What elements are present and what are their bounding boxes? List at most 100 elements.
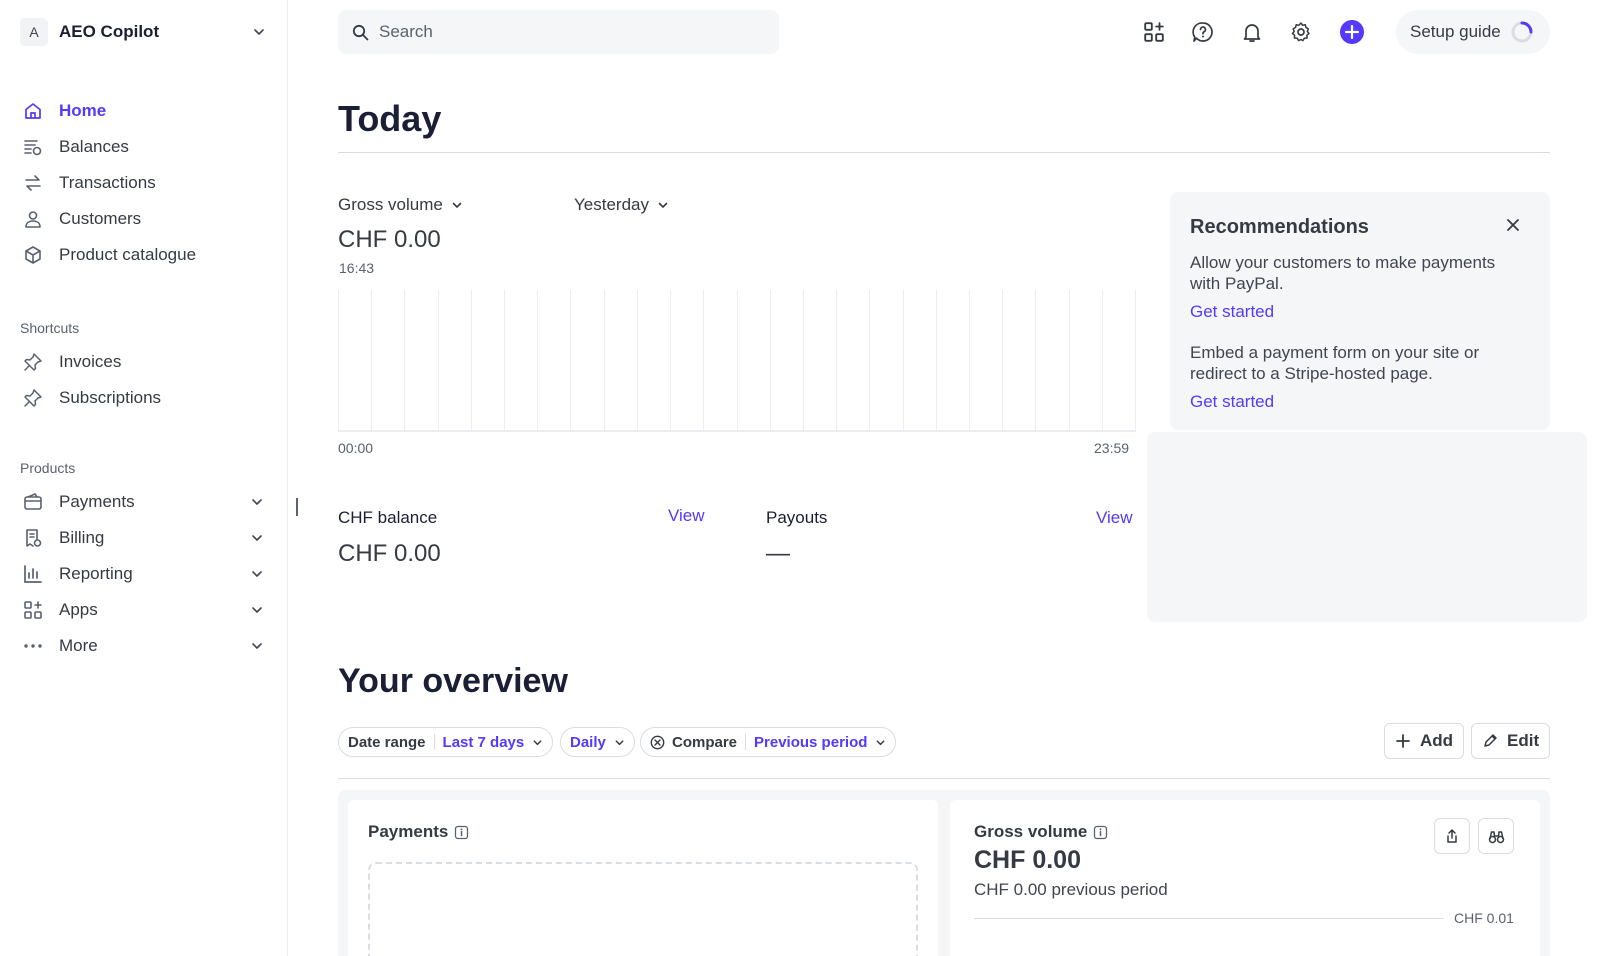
sidebar-item-apps[interactable]: Apps — [22, 596, 266, 624]
sidebar-item-subscriptions[interactable]: Subscriptions — [22, 384, 266, 412]
compare-value: Previous period — [754, 733, 868, 751]
sidebar-item-label: More — [59, 636, 98, 655]
overview-divider — [338, 778, 1550, 779]
sidebar-item-invoices[interactable]: Invoices — [22, 348, 266, 376]
recommendations-panel: Recommendations Allow your customers to … — [1170, 192, 1550, 430]
pin-icon — [22, 387, 44, 409]
edit-overview-button[interactable]: Edit — [1471, 723, 1551, 759]
explore-button[interactable] — [1478, 818, 1514, 854]
notifications-button[interactable] — [1240, 20, 1264, 44]
chevron-down-icon — [254, 29, 264, 35]
bell-icon — [1243, 24, 1261, 42]
gross-volume-widget-title: Gross volume — [974, 822, 1108, 842]
transactions-icon — [22, 172, 44, 194]
sidebar-item-transactions[interactable]: Transactions — [22, 169, 266, 197]
date-range-filter[interactable]: Date range Last 7 days — [338, 727, 554, 757]
remove-circle-icon[interactable] — [650, 735, 665, 750]
gross-volume-widget-title-text: Gross volume — [974, 822, 1088, 841]
payments-widget[interactable]: Payments — [348, 800, 938, 956]
apps-icon — [1144, 22, 1164, 42]
overview-title: Your overview — [338, 662, 568, 700]
apps-menu-button[interactable] — [1142, 20, 1166, 44]
sidebar-item-label: Transactions — [59, 173, 156, 192]
chevron-down-icon — [615, 739, 624, 745]
account-switcher[interactable]: A AEO Copilot — [20, 18, 266, 46]
account-avatar: A — [20, 18, 48, 46]
pill-separator — [745, 734, 747, 750]
sidebar-item-label: Payments — [59, 492, 135, 511]
apps-icon — [22, 599, 44, 621]
pill-separator — [433, 734, 435, 750]
export-button[interactable] — [1434, 818, 1470, 854]
help-button[interactable] — [1191, 20, 1215, 44]
date-range-label: Date range — [348, 733, 426, 751]
sidebar-item-label: Customers — [59, 209, 142, 228]
chart-axis-end: 23:59 — [1094, 440, 1130, 456]
ellipsis-icon — [22, 635, 44, 657]
search-icon — [352, 24, 369, 40]
payouts-value: — — [766, 540, 790, 567]
sidebar-item-label: Invoices — [59, 352, 122, 371]
sidebar-item-label: Billing — [59, 528, 105, 547]
chevron-down-icon — [252, 571, 262, 577]
pin-icon — [22, 351, 44, 373]
sidebar-item-label: Reporting — [59, 564, 133, 583]
search-input[interactable] — [379, 22, 759, 42]
search-bar[interactable] — [338, 10, 779, 54]
today-gross-volume-chart — [338, 290, 1136, 432]
share-icon — [1447, 829, 1457, 843]
add-button-label: Add — [1420, 731, 1454, 750]
chevron-down-icon — [252, 643, 262, 649]
sidebar-item-customers[interactable]: Customers — [22, 205, 266, 233]
sidebar: A AEO Copilot Home Balances Transactions… — [0, 0, 288, 956]
recommendation-get-started-link[interactable]: Get started — [1190, 302, 1274, 322]
compare-filter[interactable]: Compare Previous period — [640, 727, 897, 757]
sidebar-item-label: Product catalogue — [59, 245, 197, 264]
edit-button-label: Edit — [1507, 731, 1540, 750]
chart-axis-start: 00:00 — [338, 440, 374, 456]
sidebar-item-payments[interactable]: Payments — [22, 488, 266, 516]
settings-button[interactable] — [1289, 20, 1313, 44]
chevron-down-icon — [252, 535, 262, 541]
title-divider — [338, 152, 1550, 153]
add-widget-button[interactable]: Add — [1384, 723, 1465, 759]
metric-dropdown[interactable]: Gross volume — [338, 195, 463, 215]
period-dropdown-label: Yesterday — [574, 195, 649, 214]
box-icon — [22, 244, 44, 266]
gross-volume-amount: CHF 0.00 — [338, 226, 441, 253]
chf-balance-view-link[interactable]: View — [668, 506, 705, 526]
sidebar-item-reporting[interactable]: Reporting — [22, 560, 266, 588]
date-range-value: Last 7 days — [442, 733, 525, 751]
payments-widget-title-text: Payments — [368, 822, 449, 841]
compare-label: Compare — [672, 733, 738, 751]
gross-volume-axis-tick: CHF 0.01 — [1454, 910, 1514, 926]
payouts-view-link[interactable]: View — [1096, 508, 1133, 528]
info-icon[interactable] — [454, 825, 469, 840]
setup-guide-button[interactable]: Setup guide — [1396, 10, 1550, 54]
create-button[interactable] — [1339, 19, 1365, 45]
loading-panel — [1147, 432, 1587, 622]
chevron-down-icon — [876, 739, 885, 745]
chevron-down-icon — [452, 202, 462, 208]
plus-icon — [1396, 734, 1410, 748]
receipt-icon — [22, 527, 44, 549]
sidebar-item-billing[interactable]: Billing — [22, 524, 266, 552]
close-icon[interactable] — [1504, 216, 1522, 234]
sidebar-item-product-catalogue[interactable]: Product catalogue — [22, 241, 266, 269]
help-icon — [1192, 22, 1213, 42]
info-icon[interactable] — [1093, 825, 1108, 840]
payments-empty-placeholder — [368, 862, 918, 956]
recommendations-title: Recommendations — [1190, 216, 1369, 238]
account-name: AEO Copilot — [59, 22, 160, 41]
sidebar-resize-handle[interactable] — [296, 498, 299, 516]
chevron-down-icon — [252, 499, 262, 505]
payouts-label: Payouts — [766, 508, 828, 527]
comparison-period-dropdown[interactable]: Yesterday — [574, 195, 669, 215]
sidebar-item-label: Balances — [59, 137, 129, 156]
sidebar-item-more[interactable]: More — [22, 632, 266, 660]
interval-filter[interactable]: Daily — [560, 727, 635, 757]
recommendation-get-started-link[interactable]: Get started — [1190, 392, 1274, 412]
sidebar-item-home[interactable]: Home — [22, 97, 266, 125]
gross-volume-widget[interactable]: Gross volume CHF 0.00 CHF 0.00 previous … — [950, 800, 1540, 956]
sidebar-item-balances[interactable]: Balances — [22, 133, 266, 161]
